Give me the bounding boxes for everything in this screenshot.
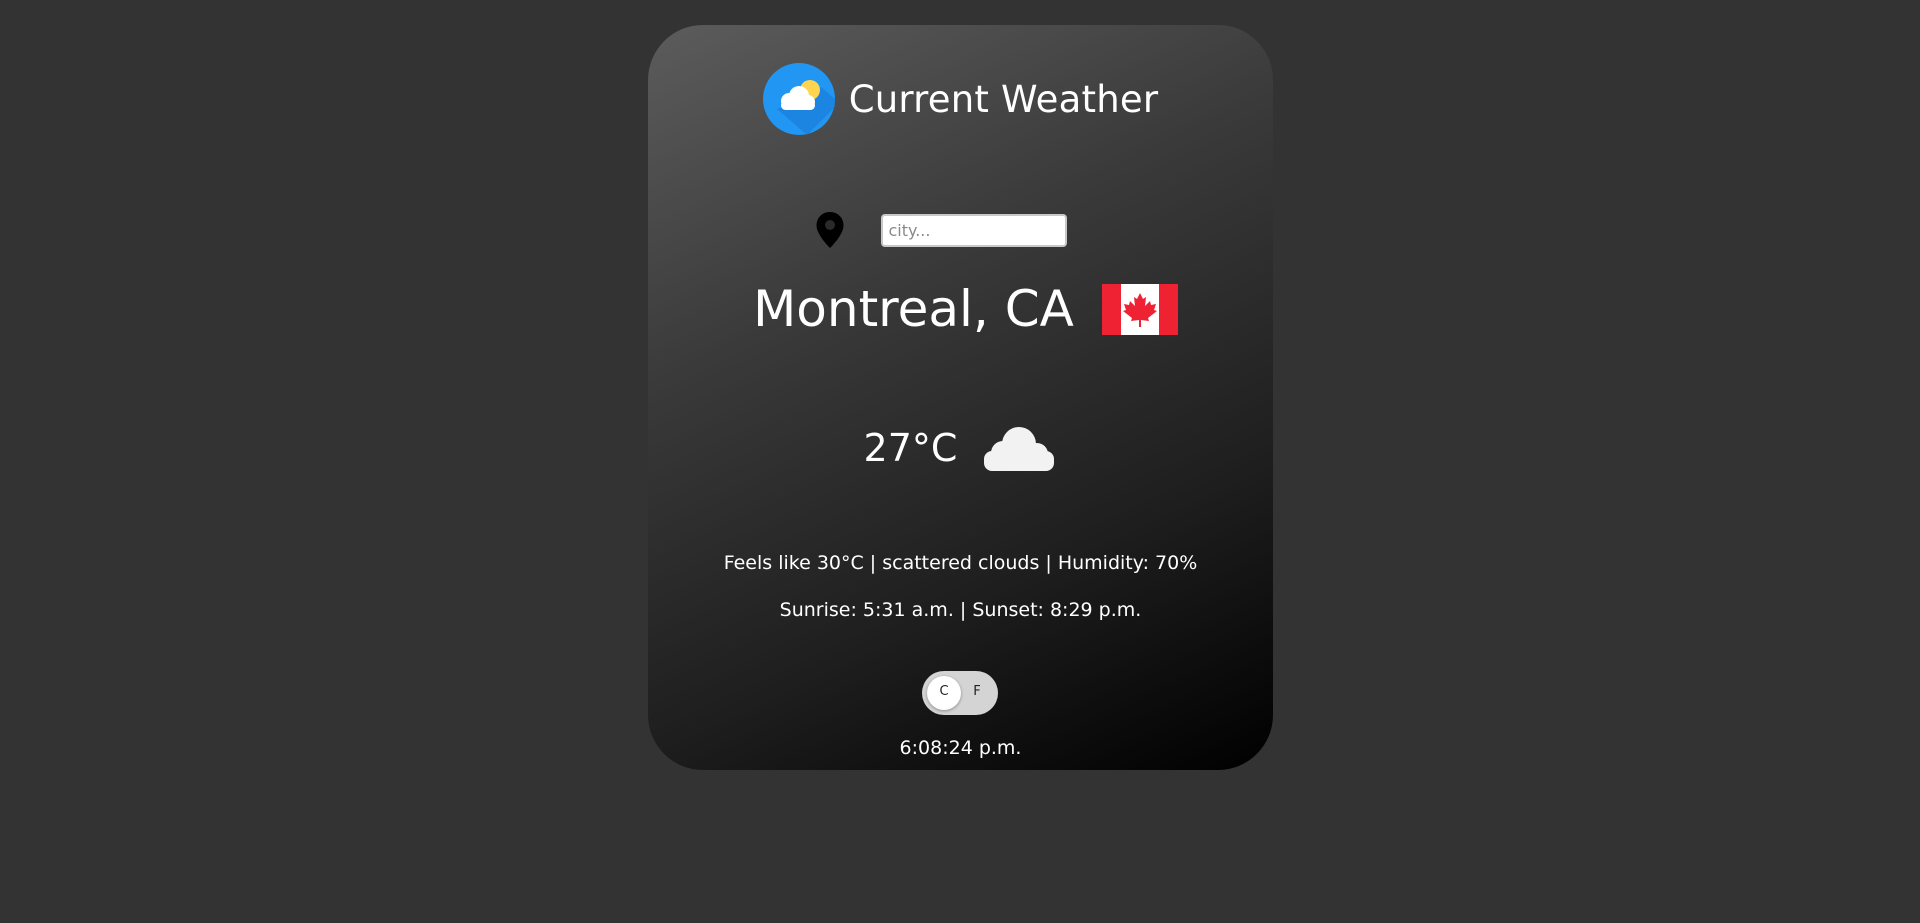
city-search-input[interactable] [880, 213, 1067, 247]
current-time: 6:08:24 p.m. [899, 737, 1022, 759]
app-header: Current Weather [648, 63, 1273, 135]
temperature-row: 27°C [648, 423, 1273, 473]
weather-card: Current Weather Montreal, CA 27°C Feels … [648, 25, 1273, 770]
cloud-icon [984, 427, 1055, 471]
unit-toggle[interactable]: C F [922, 671, 998, 715]
temperature-value: 27°C [863, 426, 958, 470]
search-row [648, 211, 1273, 249]
location-row: Montreal, CA [648, 280, 1273, 338]
location-pin-icon[interactable] [815, 211, 845, 249]
sunrise-sunset: Sunrise: 5:31 a.m. | Sunset: 8:29 p.m. [779, 599, 1142, 621]
partly-cloudy-icon [762, 63, 835, 135]
app-title: Current Weather [848, 77, 1159, 121]
celsius-label[interactable]: C [938, 684, 950, 699]
location-name: Montreal, CA [753, 280, 1074, 338]
fahrenheit-label[interactable]: F [971, 684, 983, 699]
weather-details: Feels like 30°C | scattered clouds | Hum… [723, 552, 1198, 574]
canada-flag-icon [1101, 283, 1178, 335]
